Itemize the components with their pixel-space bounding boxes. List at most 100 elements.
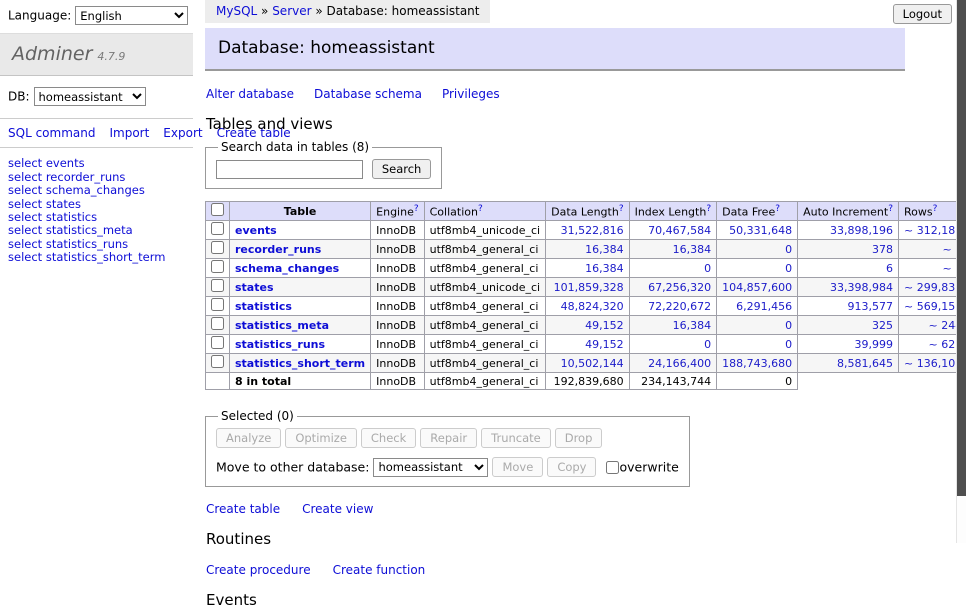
search-input[interactable] xyxy=(216,160,363,179)
overwrite-label: overwrite xyxy=(619,460,678,475)
sidebar-table-link-item: select recorder_runs xyxy=(8,171,185,184)
row-checkbox[interactable] xyxy=(211,279,224,292)
row-checkbox[interactable] xyxy=(211,222,224,235)
sidebar-link-select-schema-changes[interactable]: select schema_changes xyxy=(8,183,145,197)
total-collation: utf8mb4_general_ci xyxy=(424,373,545,390)
data_free-value: 6,291,456 xyxy=(717,297,798,316)
index_length-value: 16,384 xyxy=(629,240,717,259)
column-header-engine: Engine? xyxy=(371,202,424,221)
check-button[interactable]: Check xyxy=(361,428,416,448)
help-link-index-length[interactable]: ? xyxy=(706,204,711,214)
row-checkbox[interactable] xyxy=(211,317,224,330)
sidebar-link-select-statistics-short-term[interactable]: select statistics_short_term xyxy=(8,250,165,264)
table-link-statistics-short-term[interactable]: statistics_short_term xyxy=(235,357,365,370)
row-checkbox[interactable] xyxy=(211,355,224,368)
table-link-statistics[interactable]: statistics xyxy=(235,300,292,313)
sidebar-link-select-events[interactable]: select events xyxy=(8,156,85,170)
auto_increment-value: 913,577 xyxy=(798,297,899,316)
sidebar-link-import[interactable]: Import xyxy=(109,126,149,140)
routine-link-create-procedure[interactable]: Create procedure xyxy=(206,563,311,577)
table-link-states[interactable]: states xyxy=(235,281,274,294)
sidebar-link-sql-command[interactable]: SQL command xyxy=(8,126,95,140)
collation-cell: utf8mb4_general_ci xyxy=(424,240,545,259)
sidebar-link-select-statistics[interactable]: select statistics xyxy=(8,210,97,224)
overwrite-checkbox[interactable] xyxy=(606,461,619,474)
column-header-label: Collation xyxy=(430,206,478,219)
table-link-events[interactable]: events xyxy=(235,224,277,237)
table-row-statistics: statisticsInnoDButf8mb4_general_ci48,824… xyxy=(206,297,966,316)
language-select[interactable]: English xyxy=(75,6,188,25)
action-link-database-schema[interactable]: Database schema xyxy=(314,87,422,101)
index_length-value: 0 xyxy=(629,335,717,354)
data_free-value: 104,857,600 xyxy=(717,278,798,297)
copy-button[interactable]: Copy xyxy=(547,457,596,477)
auto_increment-value: 6 xyxy=(798,259,899,278)
move-button[interactable]: Move xyxy=(492,457,543,477)
sidebar-table-link-item: select statistics_runs xyxy=(8,238,185,251)
breadcrumb-item-mysql[interactable]: MySQL xyxy=(216,4,257,18)
page-title: Database: homeassistant xyxy=(205,28,905,71)
row-checkbox[interactable] xyxy=(211,336,224,349)
routine-link-create-function[interactable]: Create function xyxy=(333,563,426,577)
table-name-cell: statistics_meta xyxy=(230,316,371,335)
row-checkbox[interactable] xyxy=(211,298,224,311)
table-link-recorder-runs[interactable]: recorder_runs xyxy=(235,243,321,256)
table-header-row: TableEngine?Collation?Data Length?Index … xyxy=(206,202,966,221)
table-name-cell: statistics xyxy=(230,297,371,316)
routines-links: Create procedure Create function xyxy=(206,563,905,577)
help-link-rows[interactable]: ? xyxy=(933,204,938,214)
engine-cell: InnoDB xyxy=(371,335,424,354)
sidebar-link-select-states[interactable]: select states xyxy=(8,197,81,211)
breadcrumb-separator: » xyxy=(257,4,272,18)
help-link-engine[interactable]: ? xyxy=(414,204,419,214)
action-link-alter-database[interactable]: Alter database xyxy=(206,87,294,101)
db-select[interactable]: homeassistant xyxy=(34,87,146,106)
engine-cell: InnoDB xyxy=(371,221,424,240)
breadcrumb-item-server[interactable]: Server xyxy=(272,4,311,18)
help-link-collation[interactable]: ? xyxy=(478,204,483,214)
move-db-select[interactable]: homeassistant xyxy=(373,458,488,477)
table-link-schema-changes[interactable]: schema_changes xyxy=(235,262,339,275)
column-help-sup: ? xyxy=(478,203,483,214)
scrollbar-thumb[interactable] xyxy=(957,0,966,496)
data_length-value: 101,859,328 xyxy=(546,278,629,297)
optimize-button[interactable]: Optimize xyxy=(285,428,357,448)
sidebar-table-link-item: select statistics_short_term xyxy=(8,251,185,264)
select-all-checkbox[interactable] xyxy=(211,203,224,216)
breadcrumb-item-database-homeassistant: Database: homeassistant xyxy=(327,4,480,18)
collation-cell: utf8mb4_general_ci xyxy=(424,259,545,278)
sidebar-link-select-statistics-meta[interactable]: select statistics_meta xyxy=(8,223,133,237)
bottom-link-create-table[interactable]: Create table xyxy=(206,502,280,516)
sidebar-link-export[interactable]: Export xyxy=(163,126,202,140)
analyze-button[interactable]: Analyze xyxy=(216,428,281,448)
help-link-data-free[interactable]: ? xyxy=(775,204,780,214)
breadcrumb-separator: » xyxy=(312,4,327,18)
logout-button[interactable]: Logout xyxy=(893,4,952,24)
table-row-recorder-runs: recorder_runsInnoDButf8mb4_general_ci16,… xyxy=(206,240,966,259)
table-link-statistics-runs[interactable]: statistics_runs xyxy=(235,338,325,351)
column-help-sup: ? xyxy=(706,203,711,214)
column-help-sup: ? xyxy=(888,203,893,214)
table-link-statistics-meta[interactable]: statistics_meta xyxy=(235,319,329,332)
page-scrollbar[interactable] xyxy=(956,0,966,543)
sidebar-link-select-recorder-runs[interactable]: select recorder_runs xyxy=(8,170,125,184)
row-checkbox-cell xyxy=(206,297,230,316)
bottom-link-create-view[interactable]: Create view xyxy=(302,502,373,516)
repair-button[interactable]: Repair xyxy=(420,428,477,448)
truncate-button[interactable]: Truncate xyxy=(481,428,551,448)
action-link-privileges[interactable]: Privileges xyxy=(442,87,500,101)
data_free-value: 188,743,680 xyxy=(717,354,798,373)
sidebar-link-select-statistics-runs[interactable]: select statistics_runs xyxy=(8,237,128,251)
column-header-label: Rows xyxy=(904,206,933,219)
index_length-value: 0 xyxy=(629,259,717,278)
search-button[interactable]: Search xyxy=(372,159,432,179)
row-checkbox[interactable] xyxy=(211,241,224,254)
drop-button[interactable]: Drop xyxy=(555,428,603,448)
help-link-data-length[interactable]: ? xyxy=(619,204,624,214)
help-link-auto-increment[interactable]: ? xyxy=(888,204,893,214)
engine-cell: InnoDB xyxy=(371,297,424,316)
column-header-data-length: Data Length? xyxy=(546,202,629,221)
row-checkbox[interactable] xyxy=(211,260,224,273)
engine-cell: InnoDB xyxy=(371,354,424,373)
row-checkbox-cell xyxy=(206,335,230,354)
